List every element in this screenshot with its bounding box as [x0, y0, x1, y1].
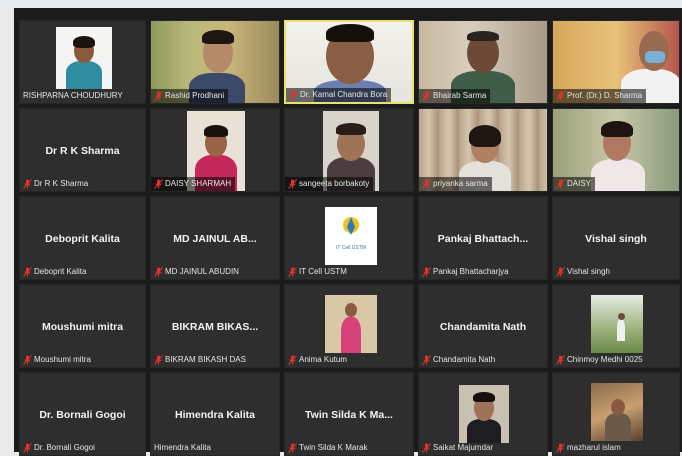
participant-name: BIKRAM BIKAS...	[171, 321, 259, 333]
participant-tile[interactable]: Bhairab Sarma	[418, 20, 548, 104]
mic-muted-icon	[154, 91, 163, 101]
participant-label: Saikat Majumdar	[419, 441, 497, 455]
mic-muted-icon	[556, 179, 565, 189]
participant-tile[interactable]: priyanka sarma	[418, 108, 548, 192]
logo-text: IT Cell USTM	[336, 245, 366, 251]
participant-label: Vishal singh	[553, 265, 614, 279]
video-thumbnail	[591, 295, 643, 353]
participant-label: BIKRAM BIKASH DAS	[151, 353, 250, 367]
participant-name: MD JAINUL AB...	[173, 233, 257, 245]
participant-tile[interactable]: Anima Kutum	[284, 284, 414, 368]
participant-label: DAISY SHARMAH	[151, 177, 236, 191]
participant-label: Dr. Kamal Chandra Bora	[286, 88, 392, 102]
mic-muted-icon	[154, 267, 163, 277]
video-thumbnail	[325, 295, 377, 353]
mic-muted-icon	[154, 179, 163, 189]
participant-label: Dr. Bornali Gogoi	[20, 441, 99, 455]
participant-label: Chinmoy Medhi 0025	[553, 353, 647, 367]
ustm-logo-icon	[343, 217, 359, 235]
participant-label: Dr R K Sharma	[20, 177, 92, 191]
participant-label: Anima Kutum	[285, 353, 351, 367]
mic-muted-icon	[289, 90, 298, 100]
participant-label: Himendra Kalita	[154, 443, 211, 452]
mic-muted-icon	[556, 355, 565, 365]
participant-label: DAISY	[553, 177, 596, 191]
video-thumbnail	[56, 27, 112, 89]
participant-tile[interactable]: IT Cell USTM IT Cell USTM	[284, 196, 414, 280]
participant-tile-active-speaker[interactable]: Dr. Kamal Chandra Bora	[284, 20, 414, 104]
video-thumbnail	[459, 385, 509, 443]
mic-muted-icon	[23, 267, 32, 277]
participant-tile[interactable]: Pankaj Bhattach... Pankaj Bhattacharjya	[418, 196, 548, 280]
participant-tile[interactable]: sangeeta borbakoty	[284, 108, 414, 192]
mic-muted-icon	[154, 355, 163, 365]
participant-label: sangeeta borbakoty	[285, 177, 374, 191]
participant-tile[interactable]: Moushumi mitra Moushumi mitra	[19, 284, 146, 368]
participant-name: Himendra Kalita	[175, 409, 255, 421]
participant-label: Rashid Prodhani	[151, 89, 229, 103]
participant-label: Prof. (Dr.) D. Sharma	[553, 89, 647, 103]
participant-label: Deboprit Kalita	[20, 265, 90, 279]
participant-tile[interactable]: Dr. Bornali Gogoi Dr. Bornali Gogoi	[19, 372, 146, 456]
participant-tile[interactable]: Rashid Prodhani	[150, 20, 280, 104]
participant-tile[interactable]: DAISY	[552, 108, 680, 192]
participant-tile[interactable]: Chandamita Nath Chandamita Nath	[418, 284, 548, 368]
participant-tile[interactable]: DAISY SHARMAH	[150, 108, 280, 192]
participant-label: RISHPARNA CHOUDHURY	[23, 91, 123, 100]
logo-thumbnail: IT Cell USTM	[325, 207, 377, 265]
mic-muted-icon	[556, 91, 565, 101]
mic-muted-icon	[288, 267, 297, 277]
participant-tile[interactable]: Dr R K Sharma Dr R K Sharma	[19, 108, 146, 192]
participant-label: mazharul islam	[553, 441, 625, 455]
participant-name: Moushumi mitra	[41, 321, 124, 333]
participant-tile[interactable]: Prof. (Dr.) D. Sharma	[552, 20, 680, 104]
mic-muted-icon	[288, 179, 297, 189]
video-thumbnail	[591, 383, 643, 441]
mic-muted-icon	[556, 267, 565, 277]
participant-name: Dr R K Sharma	[45, 145, 120, 157]
participant-name: Vishal singh	[585, 233, 647, 245]
participant-tile[interactable]: Himendra Kalita Himendra Kalita	[150, 372, 280, 456]
mic-muted-icon	[422, 179, 431, 189]
mic-muted-icon	[422, 267, 431, 277]
participant-label: IT Cell USTM	[285, 265, 351, 279]
mic-muted-icon	[422, 355, 431, 365]
participant-tile[interactable]: Vishal singh Vishal singh	[552, 196, 680, 280]
mic-muted-icon	[422, 91, 431, 101]
participant-tile[interactable]: Chinmoy Medhi 0025	[552, 284, 680, 368]
participant-name: Pankaj Bhattach...	[437, 233, 529, 245]
participant-label: Bhairab Sarma	[419, 89, 491, 103]
participant-label: Moushumi mitra	[20, 353, 95, 367]
participant-label: MD JAINUL ABUDIN	[151, 265, 243, 279]
participant-tile[interactable]: BIKRAM BIKAS... BIKRAM BIKASH DAS	[150, 284, 280, 368]
participant-label: Pankaj Bhattacharjya	[419, 265, 513, 279]
participant-name: Dr. Bornali Gogoi	[39, 409, 126, 421]
participant-label: Chandamita Nath	[419, 353, 499, 367]
participant-name: Twin Silda K Ma...	[305, 409, 393, 421]
meeting-window: RISHPARNA CHOUDHURY Rashid Prodhani Dr. …	[14, 8, 682, 456]
mic-muted-icon	[288, 355, 297, 365]
participant-tile[interactable]: Deboprit Kalita Deboprit Kalita	[19, 196, 146, 280]
participant-tile[interactable]: RISHPARNA CHOUDHURY	[19, 20, 146, 104]
participant-label: priyanka sarma	[419, 177, 492, 191]
participant-label: Twin Silda K Marak	[285, 441, 371, 455]
participant-tile[interactable]: Saikat Majumdar	[418, 372, 548, 456]
participant-tile[interactable]: MD JAINUL AB... MD JAINUL ABUDIN	[150, 196, 280, 280]
mic-muted-icon	[23, 179, 32, 189]
mic-muted-icon	[23, 355, 32, 365]
gallery-grid: RISHPARNA CHOUDHURY Rashid Prodhani Dr. …	[19, 20, 680, 456]
participant-name: Chandamita Nath	[439, 321, 527, 333]
participant-tile[interactable]: Twin Silda K Ma... Twin Silda K Marak	[284, 372, 414, 456]
participant-tile[interactable]: mazharul islam	[552, 372, 680, 456]
participant-name: Deboprit Kalita	[45, 233, 120, 245]
